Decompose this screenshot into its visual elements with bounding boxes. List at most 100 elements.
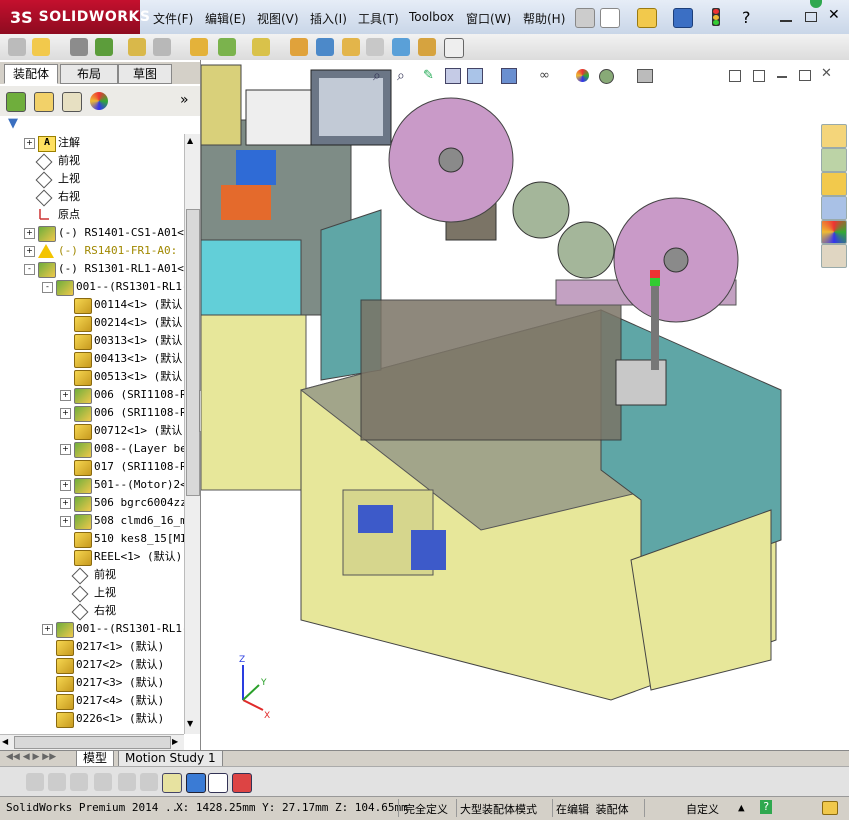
tab-model[interactable]: 模型: [76, 751, 115, 767]
linear-pattern-icon[interactable]: [95, 38, 113, 56]
tab-layout[interactable]: 布局: [60, 64, 118, 84]
wireframe-icon[interactable]: [48, 773, 66, 791]
tree-item[interactable]: +506 bgrc6004zz: [0, 494, 184, 512]
expand-icon[interactable]: +: [24, 246, 35, 257]
tile-horizontal-icon[interactable]: [729, 70, 741, 82]
minimize-icon[interactable]: [780, 20, 792, 22]
help-icon[interactable]: ?: [742, 8, 751, 27]
rotate-icon[interactable]: [140, 773, 158, 791]
pin-icon[interactable]: [575, 8, 595, 28]
scroll-left-icon[interactable]: ◀: [2, 737, 8, 746]
propertymanager-icon[interactable]: [34, 92, 54, 112]
tree-item[interactable]: 00114<1> (默认: [0, 296, 184, 314]
collapse-icon[interactable]: -: [42, 282, 53, 293]
expand-icon[interactable]: +: [60, 444, 71, 455]
featuremanager-tree-icon[interactable]: [6, 92, 26, 112]
insert-components-icon[interactable]: [32, 38, 50, 56]
tile-vertical-icon[interactable]: [753, 70, 765, 82]
apply-scene-icon[interactable]: [599, 69, 614, 84]
tree-item[interactable]: 右视: [0, 188, 184, 207]
menu-insert[interactable]: 插入(I): [310, 10, 347, 27]
scroll-thumb[interactable]: [186, 209, 200, 496]
tree-item[interactable]: 0217<1> (默认): [0, 638, 184, 656]
tree-item[interactable]: 0217<4> (默认): [0, 692, 184, 710]
menu-edit[interactable]: 编辑(E): [205, 10, 246, 27]
tree-vertical-scrollbar[interactable]: ▲ ▼: [184, 134, 200, 734]
tree-item[interactable]: 0217<2> (默认): [0, 656, 184, 674]
expand-icon[interactable]: +: [24, 228, 35, 239]
configurationmanager-icon[interactable]: [62, 92, 82, 112]
collapse-icon[interactable]: -: [24, 264, 35, 275]
expand-icon[interactable]: +: [60, 498, 71, 509]
new-document-icon[interactable]: [600, 8, 620, 28]
tree-item[interactable]: 00313<1> (默认: [0, 332, 184, 350]
tree-item[interactable]: 前视: [0, 566, 184, 585]
restore-icon[interactable]: [805, 12, 817, 22]
assembly-features-icon[interactable]: [218, 38, 236, 56]
tree-item[interactable]: +008--(Layer be: [0, 440, 184, 458]
tree-item[interactable]: 0217<3> (默认): [0, 674, 184, 692]
new-motion-study-icon[interactable]: [290, 38, 308, 56]
two-view-icon[interactable]: [208, 773, 228, 793]
view-palette-icon[interactable]: [821, 196, 847, 220]
view-settings-icon[interactable]: [637, 69, 653, 83]
mate-icon[interactable]: [70, 38, 88, 56]
tree-item[interactable]: + A 注解: [0, 134, 184, 152]
tab-motion-study[interactable]: Motion Study 1: [118, 751, 223, 767]
custom-properties-icon[interactable]: [821, 244, 847, 268]
smart-fasteners-icon[interactable]: [128, 38, 146, 56]
menu-file[interactable]: 文件(F): [153, 10, 193, 27]
scroll-down-icon[interactable]: ▼: [187, 719, 197, 729]
expand-icon[interactable]: +: [60, 516, 71, 527]
close-icon[interactable]: ✕: [828, 7, 840, 23]
scroll-up-icon[interactable]: ▲: [187, 136, 197, 146]
zoom-to-area-icon[interactable]: ⌕: [397, 68, 405, 84]
tree-item[interactable]: 上视: [0, 170, 184, 189]
reference-geometry-icon[interactable]: [252, 38, 270, 56]
menu-help[interactable]: 帮助(H): [523, 10, 565, 27]
hscroll-thumb[interactable]: [14, 736, 171, 749]
menu-window[interactable]: 窗口(W): [466, 10, 511, 27]
viewport-restore-icon[interactable]: [799, 70, 811, 81]
shadows-icon[interactable]: [94, 773, 112, 791]
tree-item[interactable]: +508 clmd6_16_m: [0, 512, 184, 530]
view-orientation-icon[interactable]: [467, 68, 483, 84]
appearances-icon[interactable]: [821, 220, 847, 244]
edit-appearance-icon[interactable]: [576, 69, 589, 82]
tree-item[interactable]: +006 (SRI1108-R: [0, 404, 184, 422]
assembly-tool-icon[interactable]: [8, 38, 26, 56]
expand-icon[interactable]: +: [60, 390, 71, 401]
section-view-icon[interactable]: [445, 68, 461, 84]
shaded-icon[interactable]: [26, 773, 44, 791]
scroll-right-icon[interactable]: ▶: [172, 737, 178, 746]
show-hidden-icon[interactable]: [190, 38, 208, 56]
tree-item[interactable]: 017 (SRI1108-R: [0, 458, 184, 476]
save-icon[interactable]: [673, 8, 693, 28]
expand-icon[interactable]: +: [42, 624, 53, 635]
tree-item[interactable]: 原点: [0, 206, 184, 224]
zoom-to-fit-icon[interactable]: ⌕: [373, 68, 381, 84]
top-view-icon[interactable]: [162, 773, 182, 793]
design-library-icon[interactable]: [821, 148, 847, 172]
bill-of-materials-icon[interactable]: [316, 38, 334, 56]
tab-sketch[interactable]: 草图: [118, 64, 172, 84]
instant3d-icon[interactable]: [444, 38, 464, 58]
units-up-arrow-icon[interactable]: ▲: [738, 801, 745, 814]
perspective-icon[interactable]: [70, 773, 88, 791]
expand-icon[interactable]: +: [60, 480, 71, 491]
filter-icon[interactable]: ▼: [8, 116, 18, 131]
tree-item[interactable]: 00712<1> (默认: [0, 422, 184, 440]
explode-line-sketch-icon[interactable]: [366, 38, 384, 56]
solidworks-resources-icon[interactable]: [821, 124, 847, 148]
tree-item[interactable]: - (-) RS1301-RL1-A01<1: [0, 260, 184, 278]
tree-item[interactable]: 00413<1> (默认: [0, 350, 184, 368]
tree-item[interactable]: - 001--(RS1301-RL1-: [0, 278, 184, 296]
menu-tools[interactable]: 工具(T): [358, 10, 399, 27]
menu-view[interactable]: 视图(V): [257, 10, 299, 27]
tree-item[interactable]: + (-) RS1401-CS1-A01<1: [0, 224, 184, 242]
status-units[interactable]: 自定义: [686, 801, 719, 817]
tab-assembly[interactable]: 装配体: [4, 64, 58, 84]
open-folder-icon[interactable]: [637, 8, 657, 28]
tree-item[interactable]: 510 kes8_15[MI: [0, 530, 184, 548]
tree-item[interactable]: 前视: [0, 152, 184, 171]
